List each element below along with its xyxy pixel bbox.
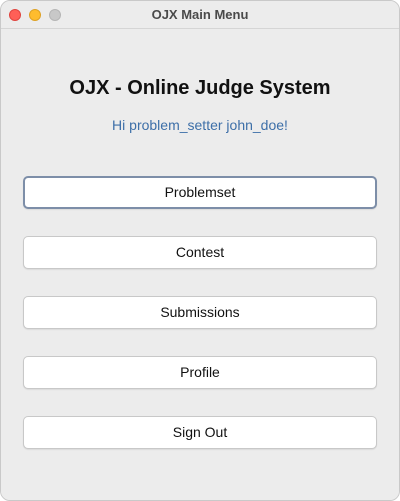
title-bar[interactable]: OJX Main Menu <box>1 1 399 29</box>
submissions-button[interactable]: Submissions <box>23 296 377 329</box>
main-menu-window: OJX Main Menu OJX - Online Judge System … <box>0 0 400 501</box>
profile-button[interactable]: Profile <box>23 356 377 389</box>
app-title: OJX - Online Judge System <box>69 77 331 99</box>
main-content: OJX - Online Judge System Hi problem_set… <box>1 29 399 500</box>
greeting-text: Hi problem_setter john_doe! <box>112 117 288 133</box>
sign-out-button[interactable]: Sign Out <box>23 416 377 449</box>
contest-button[interactable]: Contest <box>23 236 377 269</box>
problemset-button[interactable]: Problemset <box>23 176 377 209</box>
window-title: OJX Main Menu <box>151 7 249 22</box>
